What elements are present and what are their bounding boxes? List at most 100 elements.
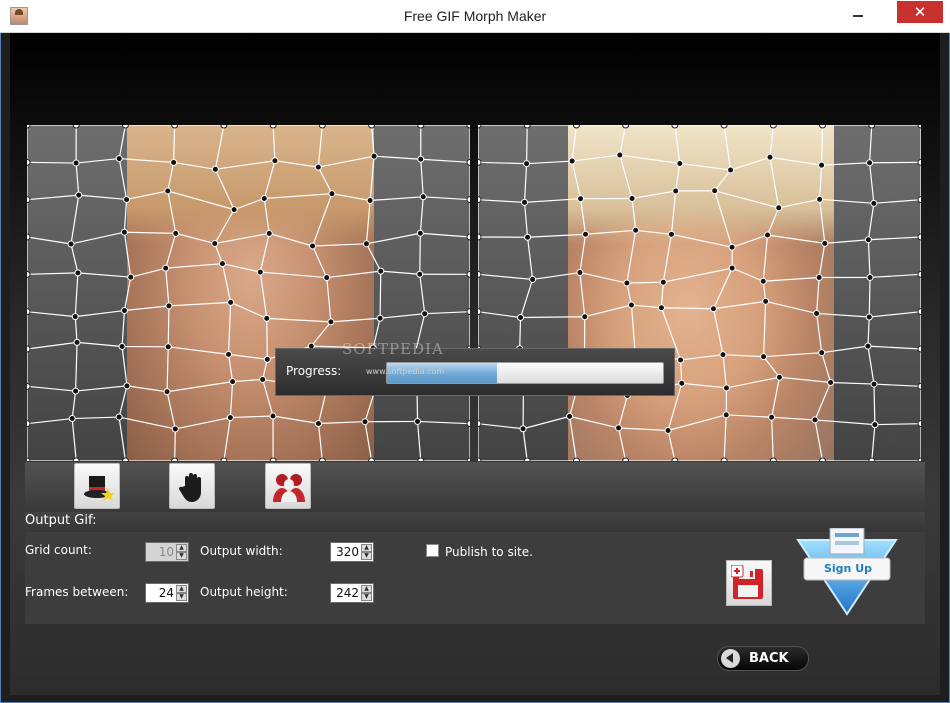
control-point[interactable] bbox=[318, 125, 326, 129]
control-point[interactable] bbox=[115, 413, 123, 421]
control-point[interactable] bbox=[27, 308, 31, 316]
control-point[interactable] bbox=[775, 204, 783, 212]
control-point[interactable] bbox=[813, 309, 821, 317]
control-point[interactable] bbox=[74, 269, 82, 277]
control-point[interactable] bbox=[868, 125, 876, 129]
control-point[interactable] bbox=[121, 125, 129, 129]
control-point[interactable] bbox=[917, 345, 921, 353]
control-point[interactable] bbox=[72, 159, 80, 167]
control-point[interactable] bbox=[478, 125, 482, 129]
control-point[interactable] bbox=[269, 125, 277, 129]
control-point[interactable] bbox=[529, 275, 537, 283]
control-point[interactable] bbox=[328, 190, 336, 198]
control-point[interactable] bbox=[27, 457, 31, 461]
control-point[interactable] bbox=[478, 158, 482, 166]
control-point[interactable] bbox=[722, 411, 730, 419]
control-point[interactable] bbox=[760, 353, 768, 361]
control-point[interactable] bbox=[766, 153, 774, 161]
control-point[interactable] bbox=[27, 158, 31, 166]
control-point[interactable] bbox=[768, 413, 776, 421]
control-point[interactable] bbox=[256, 268, 264, 276]
control-point[interactable] bbox=[417, 155, 425, 163]
control-point[interactable] bbox=[318, 457, 326, 461]
control-point[interactable] bbox=[664, 427, 672, 435]
control-point[interactable] bbox=[260, 194, 268, 202]
control-point[interactable] bbox=[72, 457, 80, 461]
control-point[interactable] bbox=[75, 191, 83, 199]
control-point[interactable] bbox=[819, 457, 827, 461]
control-point[interactable] bbox=[27, 420, 31, 428]
control-point[interactable] bbox=[229, 378, 237, 386]
minimize-icon[interactable] bbox=[845, 4, 871, 24]
control-point[interactable] bbox=[866, 159, 874, 167]
control-point[interactable] bbox=[811, 416, 819, 424]
control-point[interactable] bbox=[271, 157, 279, 165]
control-point[interactable] bbox=[127, 273, 135, 281]
control-point[interactable] bbox=[628, 194, 636, 202]
control-point[interactable] bbox=[163, 388, 171, 396]
control-point[interactable] bbox=[115, 155, 123, 163]
control-point[interactable] bbox=[226, 414, 234, 422]
control-point[interactable] bbox=[172, 229, 180, 237]
control-point[interactable] bbox=[361, 418, 369, 426]
control-point[interactable] bbox=[269, 412, 277, 420]
control-point[interactable] bbox=[763, 231, 771, 239]
output-width-arrows[interactable]: ▲ ▼ bbox=[361, 544, 372, 560]
control-point[interactable] bbox=[466, 196, 470, 204]
control-point[interactable] bbox=[622, 457, 630, 461]
frames-between-value[interactable]: 24 bbox=[159, 586, 174, 600]
control-point[interactable] bbox=[27, 196, 31, 204]
control-point[interactable] bbox=[720, 457, 728, 461]
control-point[interactable] bbox=[759, 277, 767, 285]
control-point[interactable] bbox=[220, 457, 228, 461]
control-point[interactable] bbox=[762, 297, 770, 305]
publish-checkbox[interactable] bbox=[426, 544, 439, 557]
control-point[interactable] bbox=[819, 125, 827, 129]
control-point[interactable] bbox=[265, 229, 273, 237]
publish-label[interactable]: Publish to site. bbox=[445, 545, 533, 559]
pan-hand-button[interactable] bbox=[169, 463, 215, 509]
control-point[interactable] bbox=[27, 125, 31, 129]
control-point[interactable] bbox=[73, 338, 81, 346]
control-point[interactable] bbox=[816, 195, 824, 203]
control-point[interactable] bbox=[769, 457, 777, 461]
control-point[interactable] bbox=[466, 420, 470, 428]
control-point[interactable] bbox=[917, 158, 921, 166]
control-point[interactable] bbox=[917, 382, 921, 390]
output-height-stepper[interactable]: 242 ▲ ▼ bbox=[330, 583, 374, 603]
control-point[interactable] bbox=[622, 125, 630, 129]
control-point[interactable] bbox=[865, 313, 873, 321]
control-point[interactable] bbox=[523, 160, 531, 168]
control-point[interactable] bbox=[775, 373, 783, 381]
control-point[interactable] bbox=[323, 274, 331, 282]
control-point[interactable] bbox=[720, 125, 728, 129]
control-point[interactable] bbox=[466, 233, 470, 241]
control-point[interactable] bbox=[868, 457, 876, 461]
source-morph-grid[interactable] bbox=[27, 125, 470, 461]
control-point[interactable] bbox=[917, 196, 921, 204]
control-point[interactable] bbox=[581, 313, 589, 321]
control-point[interactable] bbox=[417, 457, 425, 461]
control-point[interactable] bbox=[871, 421, 879, 429]
control-point[interactable] bbox=[27, 345, 31, 353]
control-point[interactable] bbox=[314, 419, 322, 427]
control-point[interactable] bbox=[165, 302, 173, 310]
control-point[interactable] bbox=[377, 267, 385, 275]
control-point[interactable] bbox=[27, 233, 31, 241]
control-point[interactable] bbox=[667, 230, 675, 238]
target-morph-grid[interactable] bbox=[478, 125, 921, 461]
control-point[interactable] bbox=[917, 308, 921, 316]
signup-label[interactable]: Sign Up bbox=[806, 562, 890, 575]
control-point[interactable] bbox=[572, 457, 580, 461]
control-point[interactable] bbox=[478, 308, 482, 316]
control-point[interactable] bbox=[917, 270, 921, 278]
control-point[interactable] bbox=[517, 314, 525, 322]
control-point[interactable] bbox=[211, 165, 219, 173]
control-point[interactable] bbox=[171, 457, 179, 461]
faces-morph-button[interactable] bbox=[265, 463, 311, 509]
control-point[interactable] bbox=[870, 380, 878, 388]
control-point[interactable] bbox=[917, 233, 921, 241]
control-point[interactable] bbox=[524, 233, 532, 241]
control-point[interactable] bbox=[120, 307, 128, 315]
control-point[interactable] bbox=[917, 125, 921, 129]
